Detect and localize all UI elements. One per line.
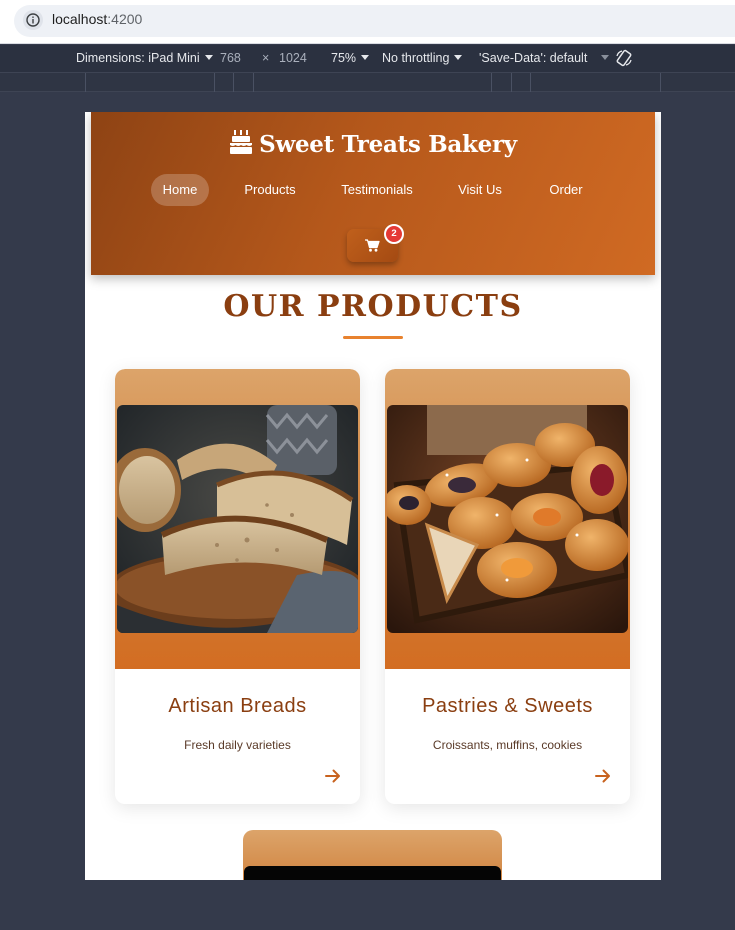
card-description: Fresh daily varieties xyxy=(184,738,291,752)
ruler-tick xyxy=(253,73,254,92)
ruler-tick xyxy=(511,73,512,92)
bread-image xyxy=(117,405,358,633)
shopping-cart-icon xyxy=(365,239,380,252)
url-port: :4200 xyxy=(107,11,143,27)
nav-products[interactable]: Products xyxy=(233,174,307,206)
logo-text: Sweet Treats Bakery xyxy=(259,131,517,158)
device-toolbar: Dimensions: iPad Mini 768 × 1024 75% No … xyxy=(0,45,735,72)
product-card-pastries[interactable]: Pastries & Sweets Croissants, muffins, c… xyxy=(385,369,630,804)
url-host: localhost xyxy=(52,11,108,27)
media-query-bar xyxy=(0,72,735,92)
chevron-down-icon xyxy=(361,55,370,60)
ruler-tick xyxy=(85,73,86,92)
save-data-select[interactable]: 'Save-Data': default xyxy=(479,51,610,65)
ruler-tick xyxy=(233,73,234,92)
save-data-label: 'Save-Data': default xyxy=(479,51,588,65)
url-text[interactable]: localhost:4200 xyxy=(52,11,142,27)
times-sign: × xyxy=(262,51,270,65)
device-label: Dimensions: iPad Mini xyxy=(76,51,200,65)
product-card-breads[interactable]: Artisan Breads Fresh daily varieties xyxy=(115,369,360,804)
zoom-label: 75% xyxy=(331,51,357,65)
site-logo[interactable]: Sweet Treats Bakery xyxy=(91,129,655,158)
throttling-select[interactable]: No throttling xyxy=(382,51,463,65)
title-underline xyxy=(343,336,403,339)
pastries-image xyxy=(387,405,628,633)
nav-order[interactable]: Order xyxy=(537,174,595,206)
device-select[interactable]: Dimensions: iPad Mini xyxy=(76,51,213,65)
main-nav: Home Products Testimonials Visit Us Orde… xyxy=(91,174,655,206)
card-description: Croissants, muffins, cookies xyxy=(432,738,583,752)
ruler-tick xyxy=(530,73,531,92)
product-card-third[interactable] xyxy=(243,830,502,880)
zoom-select[interactable]: 75% xyxy=(331,51,370,65)
chevron-down-icon xyxy=(601,55,610,60)
nav-testimonials[interactable]: Testimonials xyxy=(329,174,425,206)
throttling-label: No throttling xyxy=(382,51,450,65)
nav-home[interactable]: Home xyxy=(151,174,209,206)
site-header: Sweet Treats Bakery Home Products Testim… xyxy=(91,112,655,275)
arrow-right-icon[interactable] xyxy=(325,769,341,783)
rotate-icon[interactable] xyxy=(614,48,634,68)
card-image xyxy=(244,866,501,880)
cart-count-badge: 2 xyxy=(384,224,404,244)
browser-address-bar: localhost:4200 xyxy=(0,0,735,44)
device-viewport: Sweet Treats Bakery Home Products Testim… xyxy=(85,112,661,880)
section-title: OUR PRODUCTS xyxy=(223,289,523,324)
arrow-right-icon[interactable] xyxy=(595,769,611,783)
birthday-cake-icon xyxy=(230,130,253,154)
ruler-tick xyxy=(491,73,492,92)
height-input[interactable]: 1024 xyxy=(279,51,307,65)
chevron-down-icon xyxy=(454,55,463,60)
nav-visit-us[interactable]: Visit Us xyxy=(447,174,513,206)
site-info-icon[interactable] xyxy=(23,10,43,30)
ruler-tick xyxy=(214,73,215,92)
card-title: Artisan Breads xyxy=(168,695,307,717)
chevron-down-icon xyxy=(204,55,213,60)
width-input[interactable]: 768 xyxy=(220,51,241,65)
ruler-tick xyxy=(660,73,661,92)
card-title: Pastries & Sweets xyxy=(422,695,593,717)
card-media xyxy=(385,369,630,669)
card-media xyxy=(115,369,360,669)
